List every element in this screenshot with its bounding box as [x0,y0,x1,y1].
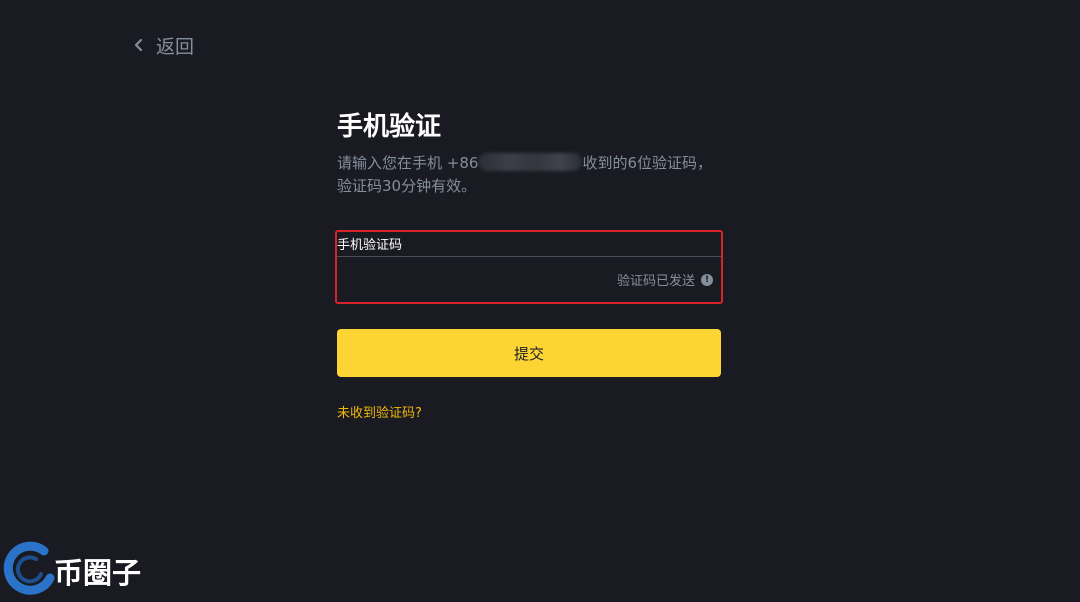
code-sent-status: 验证码已发送 ! [617,270,713,289]
description-validity: 验证码30分钟有效。 [337,177,477,195]
back-label: 返回 [156,35,195,58]
masked-phone-number [478,153,583,171]
back-button[interactable]: 返回 [130,32,194,58]
description-prefix: 请输入您在手机 +86 [337,154,479,172]
submit-button[interactable]: 提交 [337,329,721,377]
code-sent-text: 验证码已发送 [616,274,695,289]
watermark: 币圈子 [0,540,141,602]
description-suffix: 收到的6位验证码， [582,154,712,172]
coin-circle-logo [0,540,58,602]
field-divider [337,256,721,257]
code-field-label: 手机验证码 [337,238,403,253]
watermark-text: 币圈子 [54,556,142,590]
verification-panel: 手机验证 请输入您在手机 +86 收到的6位验证码， 验证码30分钟有效。 手机验… [335,108,723,421]
code-not-received-link[interactable]: 未收到验证码? [337,402,422,421]
page-title: 手机验证 [337,112,442,142]
verification-description: 请输入您在手机 +86 收到的6位验证码， 验证码30分钟有效。 [337,152,721,198]
verification-code-input[interactable] [339,262,603,298]
chevron-left-icon [130,36,148,54]
code-field-highlight: 手机验证码 验证码已发送 ! [335,230,723,304]
info-icon[interactable]: ! [701,273,713,286]
